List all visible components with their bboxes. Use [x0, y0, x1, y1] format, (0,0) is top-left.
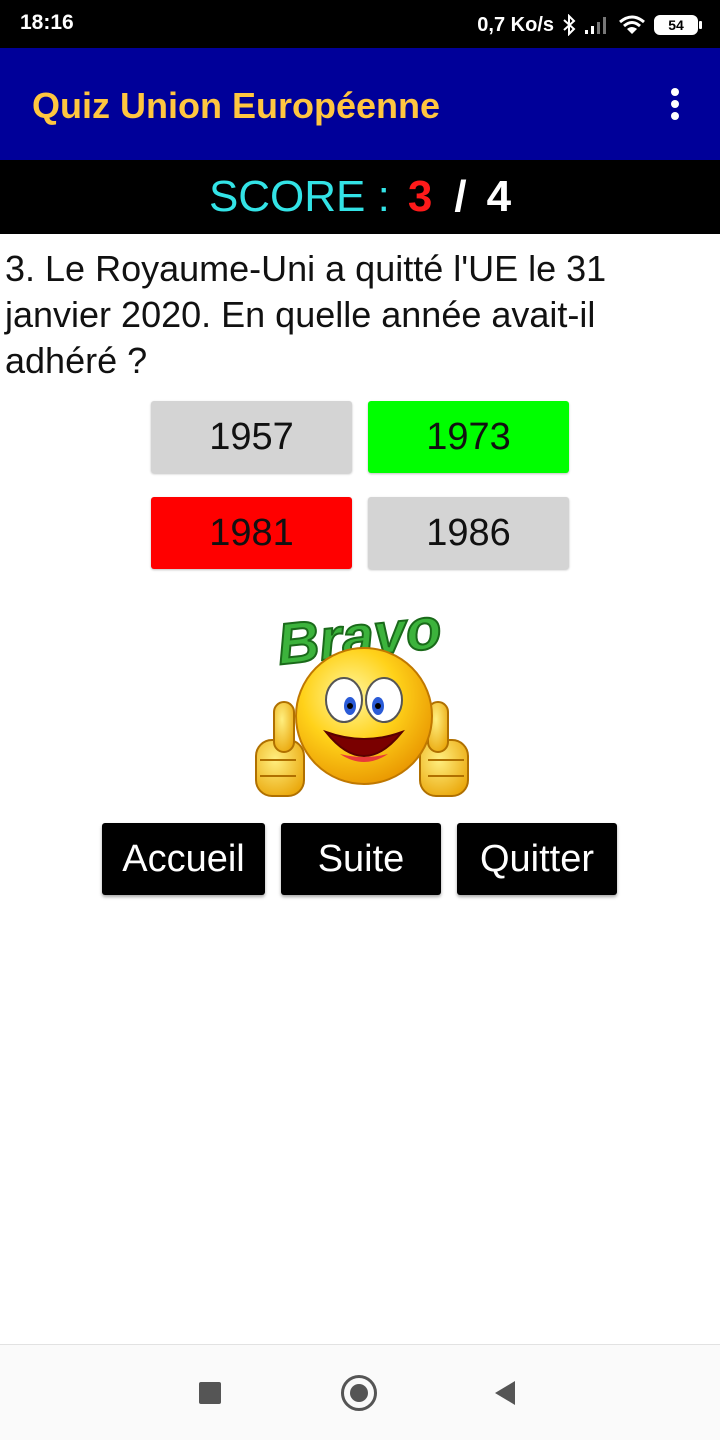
status-icons: 0,7 Ko/s 54	[477, 11, 702, 39]
home-button[interactable]: Accueil	[102, 823, 265, 895]
battery-icon: 54	[654, 15, 702, 35]
more-vert-icon[interactable]	[660, 84, 690, 124]
next-button[interactable]: Suite	[281, 823, 441, 895]
app-bar: Quiz Union Européenne	[0, 48, 720, 160]
status-time: 18:16	[20, 11, 74, 34]
answer-button-1973[interactable]: 1973	[368, 401, 569, 473]
recent-apps-icon[interactable]	[199, 1382, 221, 1404]
battery-level: 54	[654, 15, 698, 35]
score-total: 4	[486, 172, 512, 221]
app-title: Quiz Union Européenne	[32, 85, 441, 126]
status-bar: 18:16 0,7 Ko/s 54	[0, 0, 720, 48]
network-speed: 0,7 Ko/s	[477, 13, 554, 36]
back-icon[interactable]	[495, 1381, 515, 1405]
signal-icon	[585, 17, 606, 34]
home-icon[interactable]	[341, 1375, 377, 1411]
score-separator: /	[454, 172, 467, 221]
quit-button[interactable]: Quitter	[457, 823, 617, 895]
answer-button-1981[interactable]: 1981	[151, 497, 352, 569]
score-value: 3	[407, 172, 433, 221]
score-bar: SCORE : 3 / 4	[0, 160, 720, 234]
smiley-thumbs-up-icon: Bravo	[255, 595, 469, 797]
wifi-icon	[619, 15, 645, 34]
answer-button-1986[interactable]: 1986	[368, 497, 569, 569]
bluetooth-icon	[563, 14, 576, 36]
system-nav-bar	[0, 1344, 720, 1440]
answer-button-1957[interactable]: 1957	[151, 401, 352, 473]
score-label: SCORE :	[208, 172, 390, 221]
question-text: 3. Le Royaume-Uni a quitté l'UE le 31 ja…	[5, 248, 607, 381]
